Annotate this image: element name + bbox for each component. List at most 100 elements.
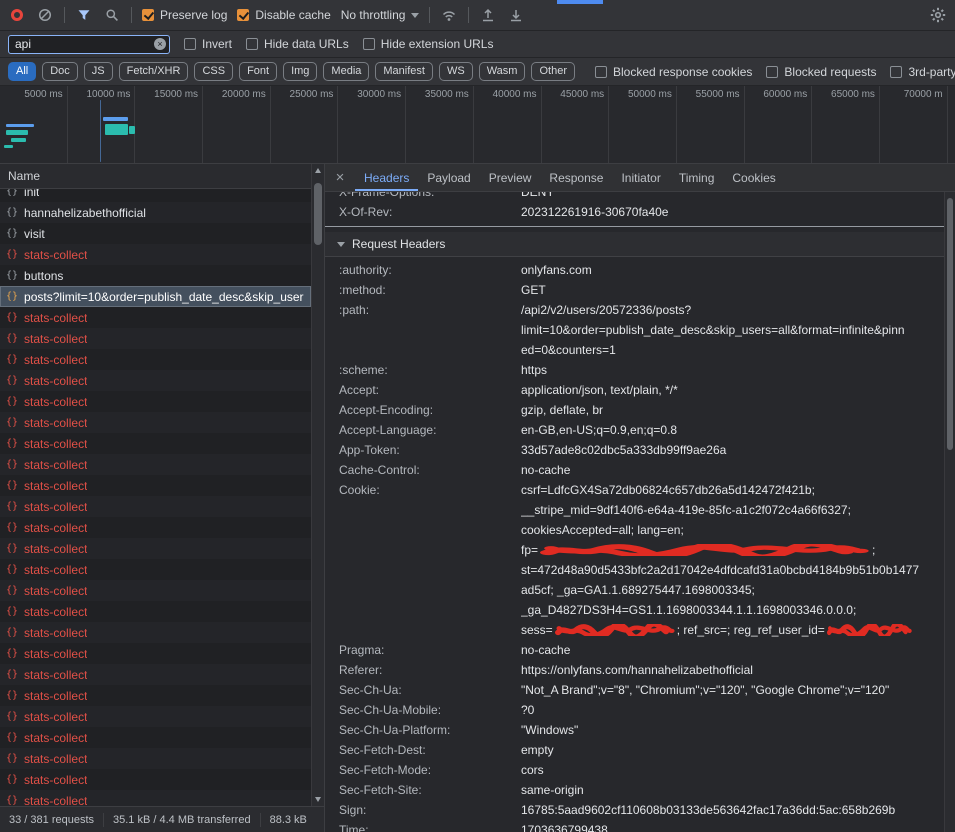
request-row[interactable]: {} stats-collect (0, 454, 311, 475)
filter-input[interactable] (8, 35, 170, 54)
type-filter-pill[interactable]: Wasm (479, 62, 526, 81)
type-filter-pill[interactable]: Img (283, 62, 317, 81)
scrollbar-track[interactable] (312, 177, 324, 793)
details-tab[interactable]: Initiator (612, 164, 669, 191)
type-filter-pill[interactable]: JS (84, 62, 113, 81)
settings-button[interactable] (929, 6, 947, 24)
scroll-down-button[interactable] (312, 793, 324, 806)
request-row[interactable]: {} stats-collect (0, 328, 311, 349)
details-tab[interactable]: Timing (670, 164, 724, 191)
request-row[interactable]: {} stats-collect (0, 244, 311, 265)
checkbox-unchecked-icon (595, 66, 607, 78)
header-value: https (521, 360, 939, 380)
header-row: :authority: onlyfans.com (325, 260, 955, 280)
type-filter-pill[interactable]: Font (239, 62, 277, 81)
details-tab[interactable]: Preview (480, 164, 541, 191)
request-headers-section-toggle[interactable]: Request Headers (325, 232, 955, 257)
request-row[interactable]: {} stats-collect (0, 706, 311, 727)
search-button[interactable] (103, 6, 121, 24)
name-column-header[interactable]: Name (0, 164, 311, 189)
third-party-requests-checkbox[interactable]: 3rd-party requests (890, 65, 955, 79)
hide-extension-urls-checkbox[interactable]: Hide extension URLs (363, 37, 494, 51)
type-filter-pill[interactable]: Other (531, 62, 575, 81)
request-row[interactable]: {} stats-collect (0, 496, 311, 517)
request-row[interactable]: {} stats-collect (0, 790, 311, 806)
redaction-scribble (827, 624, 912, 636)
request-row[interactable]: {} stats-collect (0, 349, 311, 370)
request-row[interactable]: {} visit (0, 223, 311, 244)
request-row[interactable]: {} hannahelizabethofficial (0, 202, 311, 223)
type-filter-pill[interactable]: Doc (42, 62, 78, 81)
throttling-select[interactable]: No throttling (341, 8, 420, 22)
network-conditions-button[interactable] (440, 6, 458, 24)
request-row[interactable]: {} stats-collect (0, 748, 311, 769)
type-filter-pill[interactable]: WS (439, 62, 473, 81)
request-row[interactable]: {} stats-collect (0, 727, 311, 748)
export-har-button[interactable] (507, 6, 525, 24)
request-row[interactable]: {} stats-collect (0, 685, 311, 706)
request-row[interactable]: {} stats-collect (0, 307, 311, 328)
request-row[interactable]: {} stats-collect (0, 370, 311, 391)
request-row[interactable]: {} stats-collect (0, 538, 311, 559)
close-details-button[interactable]: × (325, 164, 355, 191)
request-row[interactable]: {} stats-collect (0, 559, 311, 580)
details-tab[interactable]: Cookies (723, 164, 784, 191)
scrollbar-thumb[interactable] (947, 198, 953, 450)
clear-filter-icon[interactable]: × (154, 38, 166, 50)
disable-cache-checkbox[interactable]: Disable cache (237, 8, 330, 22)
filter-toggle-button[interactable] (75, 6, 93, 24)
header-name: Sec-Fetch-Dest: (339, 740, 521, 760)
requests-list-scrollbar[interactable] (311, 164, 324, 806)
request-row[interactable]: {} buttons (0, 265, 311, 286)
waterfall-activity-bar (129, 126, 135, 134)
request-row[interactable]: {} posts?limit=10&order=publish_date_des… (0, 286, 311, 307)
type-filter-pill[interactable]: All (8, 62, 36, 81)
header-name: :authority: (339, 260, 521, 280)
timeline-tick-label: 65000 ms (812, 86, 880, 163)
checkbox-unchecked-icon (766, 66, 778, 78)
request-name: hannahelizabethofficial (24, 206, 146, 220)
blocked-response-cookies-checkbox[interactable]: Blocked response cookies (595, 65, 752, 79)
type-filter-pill[interactable]: CSS (194, 62, 233, 81)
blocked-requests-checkbox[interactable]: Blocked requests (766, 65, 876, 79)
header-row: App-Token: 33d57ade8c02dbc5a333db99ff9ae… (325, 440, 955, 460)
header-row: Sign: 16785:5aad9602cf110608b03133de5636… (325, 800, 955, 820)
type-filter-pill[interactable]: Fetch/XHR (119, 62, 189, 81)
timeline-tick-label: 40000 ms (474, 86, 542, 163)
request-row[interactable]: {} stats-collect (0, 475, 311, 496)
script-braces-icon: {} (6, 417, 18, 428)
request-row[interactable]: {} stats-collect (0, 643, 311, 664)
network-main-area: Name {} init {} hannahelizabethofficial (0, 164, 955, 832)
request-row[interactable]: {} stats-collect (0, 433, 311, 454)
request-row[interactable]: {} stats-collect (0, 580, 311, 601)
request-row[interactable]: {} stats-collect (0, 622, 311, 643)
search-icon (105, 8, 119, 22)
header-value: application/json, text/plain, */* (521, 380, 939, 400)
scrollbar-thumb[interactable] (314, 183, 322, 245)
request-row[interactable]: {} stats-collect (0, 601, 311, 622)
timeline-tick-label: 55000 ms (677, 86, 745, 163)
type-filter-pill[interactable]: Manifest (375, 62, 433, 81)
request-row[interactable]: {} stats-collect (0, 664, 311, 685)
request-row[interactable]: {} stats-collect (0, 412, 311, 433)
waterfall-activity-bar (11, 138, 26, 142)
request-name: stats-collect (24, 647, 87, 661)
request-row[interactable]: {} init (0, 189, 311, 202)
request-row[interactable]: {} stats-collect (0, 391, 311, 412)
import-har-button[interactable] (479, 6, 497, 24)
details-scrollbar[interactable] (944, 192, 955, 832)
timeline-tick-label: 30000 ms (338, 86, 406, 163)
invert-checkbox[interactable]: Invert (184, 37, 232, 51)
details-tab[interactable]: Payload (418, 164, 479, 191)
clear-network-log-button[interactable] (36, 6, 54, 24)
network-overview-timeline[interactable]: 5000 ms 10000 ms 15000 ms 20000 ms 25000… (0, 86, 955, 164)
type-filter-pill[interactable]: Media (323, 62, 369, 81)
record-button[interactable] (8, 6, 26, 24)
scroll-up-button[interactable] (312, 164, 324, 177)
details-tab[interactable]: Headers (355, 164, 418, 191)
preserve-log-checkbox[interactable]: Preserve log (142, 8, 227, 22)
request-row[interactable]: {} stats-collect (0, 517, 311, 538)
hide-data-urls-checkbox[interactable]: Hide data URLs (246, 37, 349, 51)
request-row[interactable]: {} stats-collect (0, 769, 311, 790)
details-tab[interactable]: Response (540, 164, 612, 191)
